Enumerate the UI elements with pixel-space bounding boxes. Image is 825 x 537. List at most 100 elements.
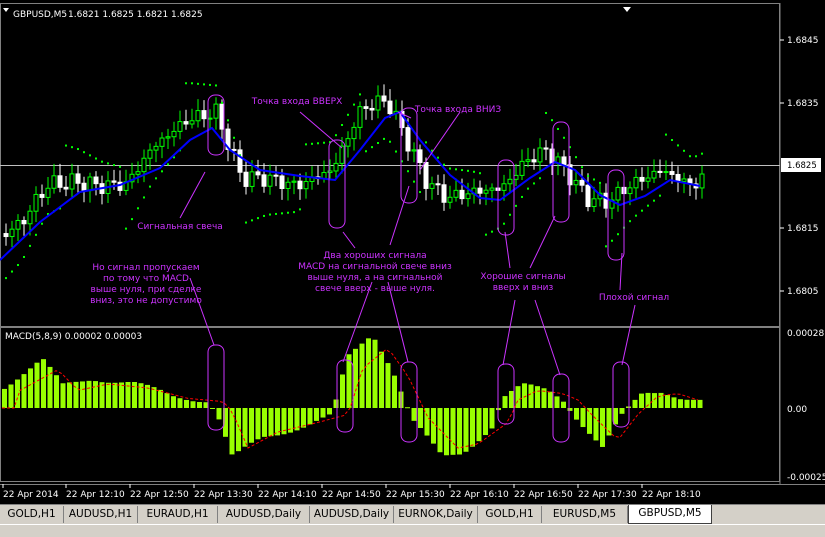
sar-dot <box>533 182 535 185</box>
price-label: 1.6815 <box>787 224 819 234</box>
candle-body <box>411 149 417 152</box>
chart-area[interactable]: GBPUSD,M5 1.6821 1.6825 1.6821 1.6825 1.… <box>0 0 825 504</box>
candle-body <box>591 198 597 208</box>
macd-bar <box>249 408 254 443</box>
tab-audusd-h1[interactable]: AUDUSD,H1 <box>64 506 138 523</box>
time-label: 22 Apr 14:50 <box>322 490 381 500</box>
sar-dot <box>557 127 559 130</box>
time-label: 22 Apr 14:10 <box>258 490 317 500</box>
macd-bar <box>268 408 274 437</box>
tab-eurusd-m5[interactable]: EURUSD,M5 <box>542 506 628 523</box>
macd-bar <box>593 408 599 441</box>
quote-values: 1.6821 1.6825 1.6821 1.6825 <box>68 10 203 20</box>
macd-bar <box>86 380 92 408</box>
macd-bar <box>262 408 267 437</box>
candle-body <box>255 171 261 176</box>
macd-bar <box>671 397 677 408</box>
tab-gbpusd-m5[interactable]: GBPUSD,M5 <box>628 505 712 524</box>
candle-body <box>141 157 147 173</box>
sar-dot <box>17 264 19 267</box>
macd-bar <box>184 399 189 408</box>
candle-body <box>459 189 465 200</box>
tab-audusd-daily[interactable]: AUDUSD,Daily <box>310 506 394 523</box>
time-label: 22 Apr 17:30 <box>578 490 637 500</box>
candle-body <box>243 171 249 187</box>
sar-dot <box>491 230 493 233</box>
svg-text:вниз, это не допустимо: вниз, это не допустимо <box>90 296 202 306</box>
macd-bar <box>112 382 118 408</box>
candle-body <box>27 210 33 225</box>
tab-gold-h1[interactable]: GOLD,H1 <box>478 506 542 523</box>
candle-body <box>663 171 669 174</box>
macd-bar <box>151 387 157 408</box>
sar-dot <box>371 146 373 149</box>
candle-body <box>201 110 207 120</box>
candle-body <box>363 106 369 109</box>
macd-bar <box>301 408 306 428</box>
sar-dot <box>137 207 139 210</box>
candle-body <box>267 174 273 187</box>
candle-body <box>51 175 57 189</box>
macd-bar <box>379 351 384 408</box>
sar-dot <box>611 239 613 242</box>
annotation-missed-signal: Но сигнал пропускаем по тому что MACD вы… <box>90 263 202 306</box>
candle-body <box>507 178 513 185</box>
sar-dot <box>29 244 31 247</box>
time-label: 22 Apr 15:30 <box>386 490 445 500</box>
tab-gold-h1[interactable]: GOLD,H1 <box>0 506 64 523</box>
macd-bar <box>587 408 592 434</box>
macd-bar <box>340 374 345 408</box>
macd-bar <box>171 396 176 408</box>
candle-body <box>615 186 621 201</box>
candle-body <box>21 219 27 225</box>
annotation-entry-down: Точка входа ВНИЗ <box>414 105 502 115</box>
macd-axis-label: 0.00028 <box>787 329 824 339</box>
time-label: 22 Apr 18:10 <box>642 490 701 500</box>
sar-dot <box>461 169 463 172</box>
candle-body <box>219 103 225 130</box>
sar-dot <box>161 170 163 173</box>
sar-dot <box>695 155 697 158</box>
candle-body <box>375 95 381 111</box>
tab-audusd-daily[interactable]: AUDUSD,Daily <box>218 506 310 523</box>
sar-dot <box>359 93 361 96</box>
candle-body <box>441 184 447 203</box>
sar-dot <box>347 113 349 116</box>
sar-dot <box>503 222 505 225</box>
macd-bar <box>242 408 248 447</box>
sar-dot <box>251 219 253 222</box>
sar-dot <box>671 139 673 141</box>
macd-bar <box>333 399 339 408</box>
sar-dot <box>581 166 583 169</box>
sar-dot <box>245 221 247 224</box>
candle-body <box>339 145 345 164</box>
sar-dot <box>527 187 529 190</box>
sar-dot <box>425 141 427 144</box>
sar-dot <box>275 212 277 215</box>
svg-text:Хорошие сигналы: Хорошие сигналы <box>480 272 565 282</box>
macd-bar <box>385 363 391 408</box>
candle-body <box>231 148 237 151</box>
sar-dot <box>593 178 595 181</box>
sar-dot <box>311 142 313 145</box>
sar-dot <box>143 196 145 199</box>
sar-dot <box>455 168 457 171</box>
macd-bar <box>522 383 527 408</box>
sar-dot <box>635 214 637 217</box>
tab-euraud-h1[interactable]: EURAUD,H1 <box>138 506 218 523</box>
annotation-bad-signal: Плохой сигнал <box>599 293 669 303</box>
sar-dot <box>575 156 577 159</box>
macd-bar <box>307 408 313 425</box>
candle-body <box>69 173 75 190</box>
macd-bar <box>665 394 670 408</box>
sar-dot <box>599 181 601 184</box>
macd-bar <box>411 408 417 421</box>
sar-dot <box>485 233 487 236</box>
time-label: 22 Apr 16:50 <box>514 490 573 500</box>
candle-body <box>645 177 651 182</box>
macd-bar <box>431 408 436 444</box>
macd-bar <box>476 408 482 442</box>
candle-body <box>579 179 585 186</box>
tab-eurnok-daily[interactable]: EURNOK,Daily <box>394 506 478 523</box>
macd-bar <box>405 407 410 409</box>
